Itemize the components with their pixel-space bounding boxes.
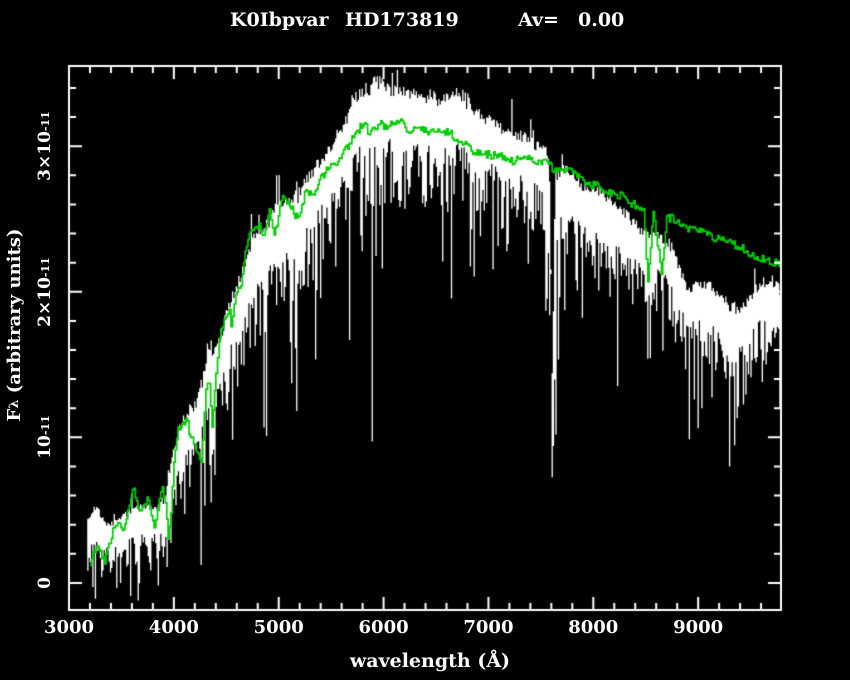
y-tick-label: 2×10-11 bbox=[35, 232, 55, 352]
spectrum-plot-canvas bbox=[0, 0, 850, 680]
x-tick-label: 5000 bbox=[234, 617, 324, 638]
y-axis-label: Fλ (arbitrary units) bbox=[2, 185, 26, 465]
x-tick-label: 9000 bbox=[653, 617, 743, 638]
x-axis-label: wavelength (Å) bbox=[330, 650, 530, 672]
extinction-value: 0.00 bbox=[578, 9, 624, 31]
extinction-label: Av= bbox=[518, 9, 559, 31]
spectrum-figure: K0Ibpvar HD173819 Av= 0.00 Fλ (arbitrary… bbox=[0, 0, 850, 680]
spectral-type-label: K0Ibpvar bbox=[230, 9, 329, 31]
y-tick-label: 10-11 bbox=[35, 377, 55, 497]
x-tick-label: 6000 bbox=[339, 617, 429, 638]
star-id-label: HD173819 bbox=[345, 9, 459, 31]
x-tick-label: 4000 bbox=[129, 617, 219, 638]
y-tick-label: 3×10-11 bbox=[35, 86, 55, 206]
x-tick-label: 8000 bbox=[548, 617, 638, 638]
x-tick-label: 7000 bbox=[443, 617, 533, 638]
y-tick-label: 0 bbox=[35, 523, 55, 643]
